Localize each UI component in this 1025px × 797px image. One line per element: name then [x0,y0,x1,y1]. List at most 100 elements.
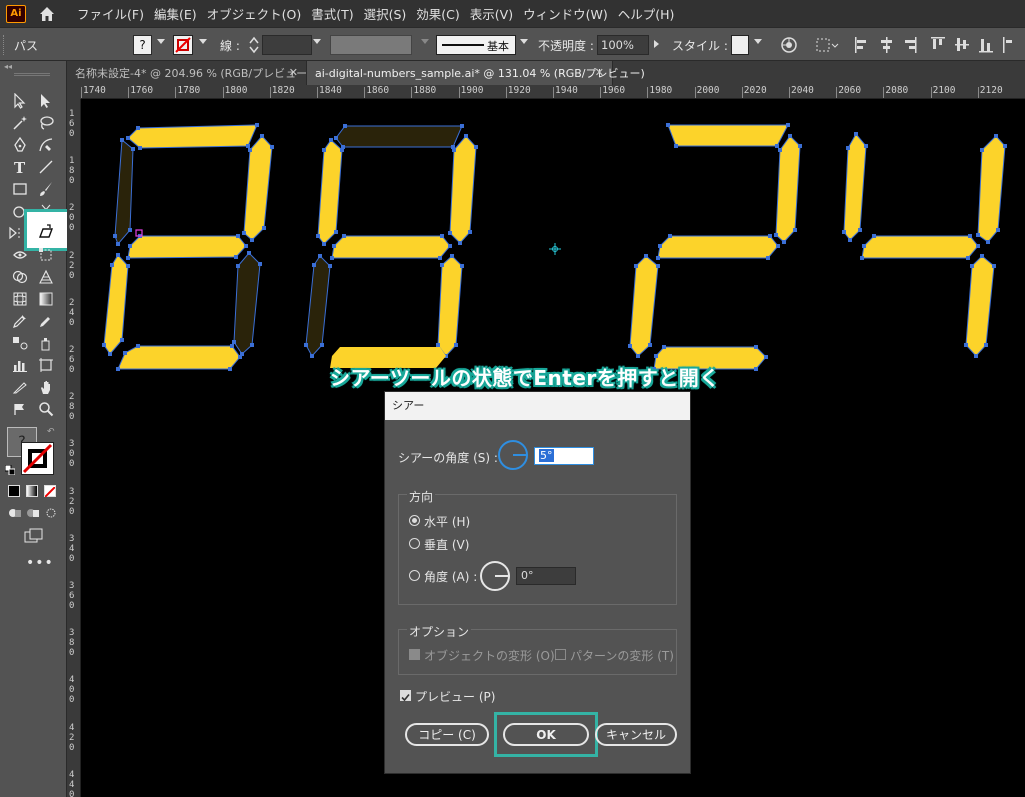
rotate-view-tool[interactable] [11,400,29,418]
anchor-point[interactable] [656,256,660,260]
anchor-point[interactable] [128,228,132,232]
anchor-point[interactable] [102,343,106,347]
anchor-point[interactable] [872,234,876,238]
anchor-point[interactable] [248,148,252,152]
anchor-point[interactable] [968,234,972,238]
copy-button[interactable]: コピー (C) [405,723,489,746]
anchor-point[interactable] [438,256,442,260]
draw-normal-icon[interactable] [8,507,22,519]
anchor-point[interactable] [342,234,346,238]
transform-patterns-checkbox[interactable] [555,649,566,660]
anchor-point[interactable] [128,244,132,248]
anchor-point[interactable] [116,242,120,246]
column-graph-tool[interactable] [11,356,29,374]
anchor-point[interactable] [113,234,117,238]
none-mode-button[interactable] [44,485,56,498]
line-segment-tool[interactable] [37,158,55,176]
fill-dropdown-icon[interactable] [157,39,165,44]
magic-wand-tool[interactable] [11,114,29,132]
shear-tool[interactable] [37,222,55,240]
anchor-point[interactable] [330,256,334,260]
anchor-point[interactable] [247,251,251,255]
segment-top[interactable] [335,125,463,148]
menu-select[interactable]: 選択(S) [359,4,412,23]
anchor-point[interactable] [131,147,135,151]
anchor-point[interactable] [846,146,850,150]
anchor-point[interactable] [786,123,790,127]
segment-top[interactable] [127,124,258,149]
segment-top-right[interactable] [449,135,477,244]
eyedropper-tool-alt[interactable] [37,312,55,330]
angle-dial[interactable] [480,561,510,591]
opacity-input[interactable]: 100% [597,35,649,55]
anchor-point[interactable] [322,148,326,152]
anchor-point[interactable] [976,233,980,237]
anchor-point[interactable] [250,238,254,242]
anchor-point[interactable] [329,138,333,142]
segment-bottom-left[interactable] [629,255,659,357]
anchor-point[interactable] [798,144,802,148]
anchor-point[interactable] [116,367,120,371]
home-icon[interactable] [36,3,58,25]
paintbrush-tool[interactable] [37,180,55,198]
anchor-point[interactable] [436,343,440,347]
anchor-point[interactable] [996,228,1000,232]
anchor-point[interactable] [994,134,998,138]
anchor-point[interactable] [228,367,232,371]
vertical-ruler[interactable]: 160 180 200 220 240 260 280 300 320 340 360 380 400 4… [67,99,81,797]
rotate-tool[interactable] [6,224,24,242]
anchor-point[interactable] [980,148,984,152]
anchor-point[interactable] [992,264,996,268]
stroke-dropdown-icon[interactable] [199,39,207,44]
anchor-point[interactable] [768,234,772,238]
anchor-point[interactable] [775,144,779,148]
edit-toolbar-icon[interactable]: ••• [26,555,54,571]
anchor-point[interactable] [334,230,338,234]
direct-selection-tool[interactable] [37,92,55,110]
preview-checkbox[interactable] [400,690,411,702]
close-icon[interactable]: ✕ [595,66,604,79]
segment-top[interactable] [667,124,789,147]
ruler-origin[interactable] [67,85,81,99]
segment-top-left[interactable] [317,139,343,245]
anchor-point[interactable] [793,228,797,232]
vertical-radio[interactable] [409,538,420,549]
anchor-point[interactable] [674,144,678,148]
anchor-point[interactable] [464,134,468,138]
draw-behind-icon[interactable] [26,507,40,519]
symbol-sprayer-tool[interactable] [37,334,55,352]
stroke-weight-input[interactable] [262,35,312,55]
style-swatch[interactable] [731,35,749,55]
segment-bottom-left[interactable] [103,254,129,355]
segment-bottom-right[interactable] [965,255,995,357]
anchor-point[interactable] [644,254,648,258]
anchor-point[interactable] [458,241,462,245]
anchor-point[interactable] [322,242,326,246]
anchor-point[interactable] [320,343,324,347]
anchor-point[interactable] [448,244,452,248]
anchor-point[interactable] [976,244,980,248]
width-tool[interactable] [11,246,29,264]
anchor-point[interactable] [970,264,974,268]
anchor-point[interactable] [255,123,259,127]
anchor-point[interactable] [230,344,234,348]
variable-width-profile[interactable] [330,35,412,55]
anchor-point[interactable] [980,254,984,258]
stroke-color-swatch[interactable] [21,442,54,475]
gradient-mode-button[interactable] [26,485,38,497]
anchor-point[interactable] [858,228,862,232]
anchor-point[interactable] [452,148,456,152]
anchor-point[interactable] [138,146,142,150]
fill-swatch[interactable]: ? [133,35,152,55]
anchor-point[interactable] [136,344,140,348]
anchor-point[interactable] [468,230,472,234]
menu-edit[interactable]: 編集(E) [149,4,202,23]
anchor-point[interactable] [304,343,308,347]
anchor-point[interactable] [454,343,458,347]
anchor-point[interactable] [986,240,990,244]
free-transform-tool[interactable] [37,246,55,264]
anchor-point[interactable] [862,244,866,248]
anchor-point[interactable] [250,343,254,347]
anchor-point[interactable] [238,355,242,359]
anchor-point[interactable] [776,244,780,248]
